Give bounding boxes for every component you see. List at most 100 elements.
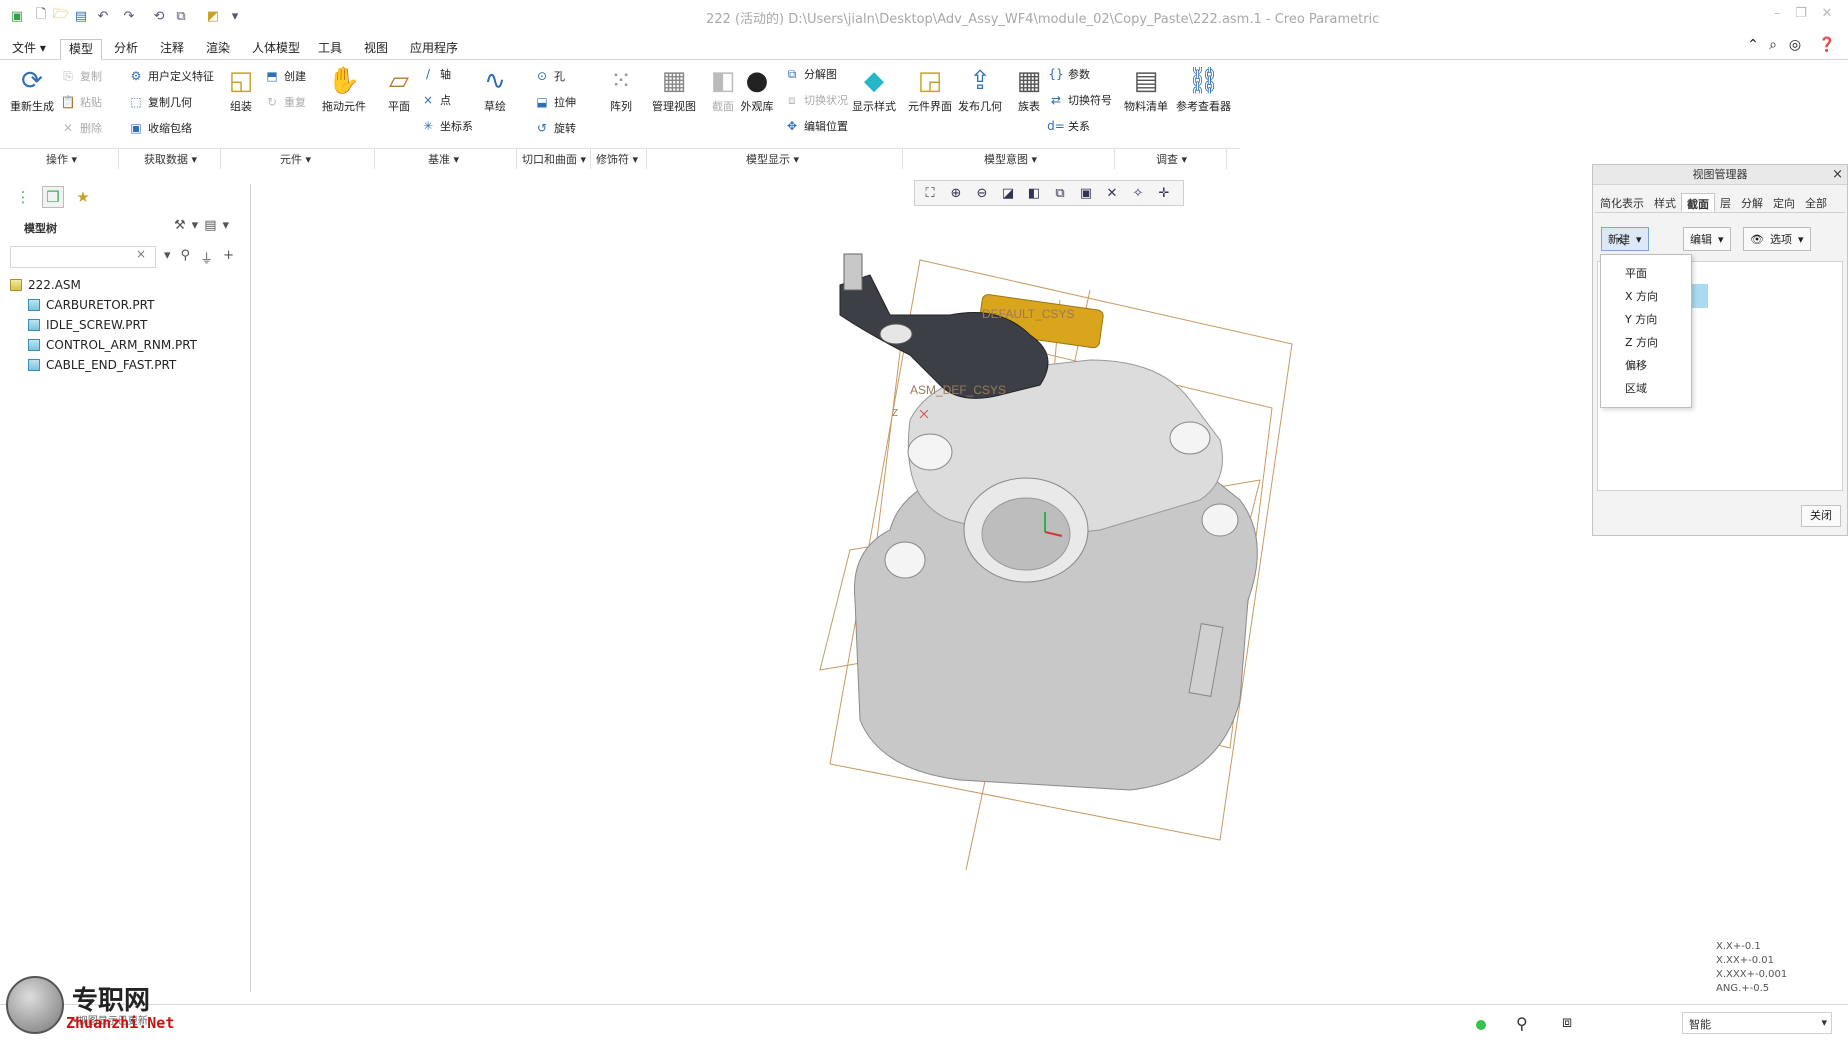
component-interface-button[interactable]: ◲ 元件界面 [908, 64, 952, 114]
clear-search-icon[interactable]: × [136, 247, 146, 261]
edit-button[interactable]: 编辑 ▾ [1683, 227, 1731, 251]
group-investigate[interactable]: 调查 ▾ [1156, 151, 1187, 167]
graphics-area[interactable]: DEFAULT_CSYS ASM_DEF_CSYS Z [800, 240, 1320, 880]
create-button[interactable]: ⬒ 创建 [264, 66, 306, 86]
menu-item-offset[interactable]: 偏移 [1625, 357, 1647, 373]
dropdown-icon[interactable]: ▾ [192, 218, 199, 233]
selection-filter-icon[interactable]: ⧈ [1562, 1012, 1572, 1032]
group-get-data[interactable]: 获取数据 ▾ [144, 151, 197, 167]
drag-components-button[interactable]: ✋ 拖动元件 [322, 64, 366, 114]
menu-item-y-direction[interactable]: Y 方向 [1625, 311, 1657, 327]
group-modifiers[interactable]: 修饰符 ▾ [596, 151, 638, 167]
regenerate-icon[interactable]: ⟲ [150, 7, 168, 25]
tree-item[interactable]: CABLE_END_FAST.PRT [28, 356, 176, 374]
minimize-ribbon-icon[interactable]: ⌃ [1744, 37, 1762, 55]
app-icon[interactable]: ▣ [8, 7, 26, 25]
axis-button[interactable]: / 轴 [420, 64, 451, 84]
repaint-icon[interactable]: ◪ [997, 182, 1019, 204]
copy-button[interactable]: ⎘ 复制 [60, 66, 102, 86]
hole-button[interactable]: ⊙ 孔 [534, 66, 565, 86]
add-icon[interactable]: + [223, 248, 234, 267]
saved-orientations-icon[interactable]: ⧉ [1049, 182, 1071, 204]
menu-item-x-direction[interactable]: X 方向 [1625, 288, 1658, 304]
group-operations[interactable]: 操作 ▾ [46, 151, 77, 167]
model-tree-tab-icon[interactable]: ⋮ [12, 186, 34, 208]
tab-sections[interactable]: 截面 [1681, 193, 1715, 212]
group-model-intent[interactable]: 模型意图 ▾ [984, 151, 1037, 167]
redo-icon[interactable]: ↷ [120, 7, 138, 25]
manage-views-button[interactable]: ▦ 管理视图 [652, 64, 696, 114]
csys-button[interactable]: ✳ 坐标系 [420, 116, 473, 136]
tab-layers[interactable]: 层 [1715, 193, 1736, 212]
tab-tools[interactable]: 工具 [310, 39, 350, 60]
tab-simplified-rep[interactable]: 简化表示 [1595, 193, 1649, 212]
selection-filter-select[interactable]: 智能 ▾ [1682, 1012, 1832, 1034]
tab-model[interactable]: 模型 [60, 39, 103, 60]
shrinkwrap-button[interactable]: ▣ 收缩包络 [128, 118, 192, 138]
reference-viewer-button[interactable]: ⛓ 参考查看器 [1176, 64, 1231, 114]
tab-applications[interactable]: 应用程序 [402, 39, 466, 60]
pattern-button[interactable]: ⁙ 阵列 [604, 64, 638, 114]
tree-search-input[interactable] [10, 246, 156, 268]
sketch-button[interactable]: ∿ 草绘 [478, 64, 512, 114]
repeat-button[interactable]: ↻ 重复 [264, 92, 306, 112]
regenerate-button[interactable]: ⟳ 重新生成 [10, 64, 54, 114]
menu-item-zone[interactable]: 区域 [1625, 380, 1647, 396]
tab-orient[interactable]: 定向 [1768, 193, 1800, 212]
undo-icon[interactable]: ↶ [94, 7, 112, 25]
assemble-button[interactable]: ◱ 组装 [224, 64, 258, 114]
appearance-button[interactable]: ● 外观库 [740, 64, 774, 114]
revolve-button[interactable]: ↺ 旋转 [534, 118, 576, 138]
close-button[interactable]: 关闭 [1801, 505, 1841, 527]
tab-file[interactable]: 文件 ▾ [4, 39, 54, 60]
dropdown-icon[interactable]: ▾ [222, 218, 229, 233]
group-datum[interactable]: 基准 ▾ [428, 151, 459, 167]
community-icon[interactable]: ◎ [1786, 37, 1804, 55]
folder-browser-tab-icon[interactable]: ❒ [42, 186, 64, 208]
tab-style[interactable]: 样式 [1649, 193, 1681, 212]
menu-item-z-direction[interactable]: Z 方向 [1625, 334, 1658, 350]
extrude-button[interactable]: ⬓ 拉伸 [534, 92, 576, 112]
options-button[interactable]: 👁 选项 ▾ [1743, 227, 1811, 251]
exploded-view-button[interactable]: ⧉ 分解图 [784, 64, 837, 84]
parameters-button[interactable]: {} 参数 [1048, 64, 1090, 84]
display-style-button[interactable]: ◆ 显示样式 [852, 64, 896, 114]
tab-view[interactable]: 视图 [356, 39, 396, 60]
tree-settings-icon[interactable]: ⚒ [174, 218, 186, 233]
favorites-tab-icon[interactable]: ★ [72, 186, 94, 208]
copy-geometry-button[interactable]: ⬚ 复制几何 [128, 92, 192, 112]
binoculars-icon[interactable]: ⚲ [181, 248, 191, 267]
tab-annotate[interactable]: 注释 [152, 39, 192, 60]
datum-display-icon[interactable]: ✕ [1101, 182, 1123, 204]
windows-icon[interactable]: ⧉ [172, 7, 190, 25]
zoom-out-icon[interactable]: ⊖ [971, 182, 993, 204]
udf-button[interactable]: ⚙ 用户定义特征 [128, 66, 214, 86]
edit-position-button[interactable]: ✥ 编辑位置 [784, 116, 848, 136]
delete-button[interactable]: ✕ 删除 [60, 118, 102, 138]
open-icon[interactable]: 🗁 [52, 7, 70, 25]
tab-render[interactable]: 渲染 [198, 39, 238, 60]
tab-manikin[interactable]: 人体模型 [244, 39, 308, 60]
zoom-in-icon[interactable]: ⊕ [945, 182, 967, 204]
group-model-display[interactable]: 模型显示 ▾ [746, 151, 799, 167]
find-icon[interactable]: ⚲ [1516, 1014, 1528, 1033]
section-button[interactable]: ◧ 截面 [706, 64, 740, 114]
filter-icon[interactable]: ⏚ [200, 248, 213, 267]
menu-item-planar[interactable]: 平面 [1625, 265, 1647, 281]
tab-all[interactable]: 全部 [1800, 193, 1832, 212]
group-cut-surface[interactable]: 切口和曲面 ▾ [522, 151, 586, 167]
close-icon[interactable]: × [1832, 167, 1843, 182]
refit-icon[interactable]: ⛶ [919, 182, 941, 204]
search-icon[interactable]: ⌕ [1764, 37, 1782, 55]
help-icon[interactable]: ❓ [1818, 37, 1836, 55]
restore-icon[interactable]: ❐ [1790, 6, 1812, 26]
close-window-icon[interactable]: ◩ [204, 7, 222, 25]
relations-button[interactable]: d= 关系 [1047, 116, 1090, 136]
close-icon[interactable]: ✕ [1816, 6, 1838, 26]
view-manager-icon[interactable]: ▣ [1075, 182, 1097, 204]
tree-item[interactable]: IDLE_SCREW.PRT [28, 316, 147, 334]
tab-explode[interactable]: 分解 [1736, 193, 1768, 212]
publish-geometry-button[interactable]: ⇪ 发布几何 [958, 64, 1002, 114]
paste-button[interactable]: 📋 粘贴 [60, 92, 102, 112]
tree-item-asm[interactable]: 222.ASM [10, 276, 81, 294]
